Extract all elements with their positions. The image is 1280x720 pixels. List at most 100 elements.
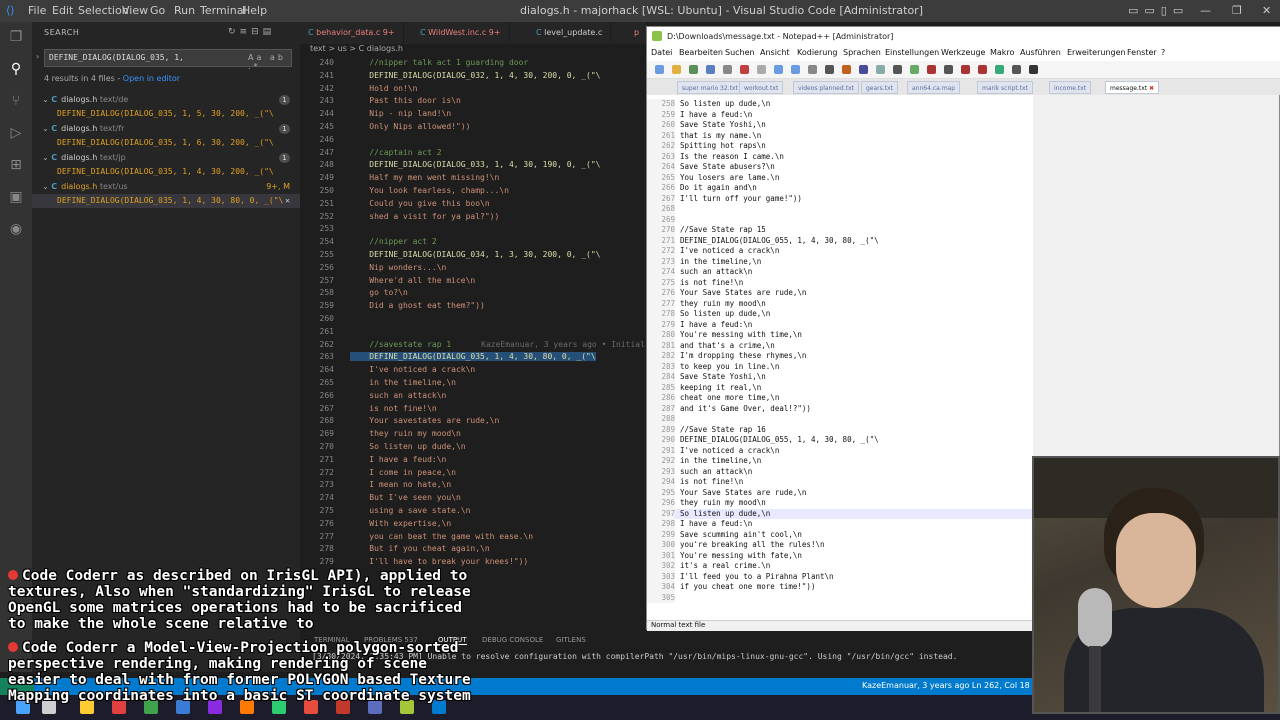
npp-line[interactable]: 271 DEFINE_DIALOG(DIALOG_055, 1, 4, 30, 8… — [647, 235, 879, 246]
npp-line[interactable]: 293 such an attack\n — [647, 466, 752, 477]
npp-tab[interactable]: super mario 32.txt — [677, 81, 743, 94]
dismiss-icon[interactable]: ✕ — [285, 194, 290, 208]
npp-menu-werkzeuge[interactable]: Werkzeuge — [941, 48, 985, 57]
npp-toolbar-button-icon[interactable] — [859, 65, 868, 74]
npp-line[interactable]: 297 So listen up dude,\n — [647, 508, 1033, 519]
tab-overflow[interactable]: p — [626, 22, 649, 44]
search-options-icon[interactable]: Aa ab .* — [248, 53, 300, 71]
code-line[interactable]: 262 //savestate rap 1 KazeEmanuar, 3 year… — [300, 339, 645, 352]
explorer-icon[interactable]: ❐ — [7, 28, 25, 46]
code-line[interactable]: 276 With expertise,\n — [300, 518, 452, 531]
npp-line[interactable]: 268 — [647, 204, 680, 215]
code-line[interactable]: 266 such an attack\n — [300, 390, 447, 403]
npp-menu-ausfuehren[interactable]: Ausführen — [1020, 48, 1061, 57]
npp-line[interactable]: 265 You losers are lame.\n — [647, 172, 779, 183]
code-line[interactable]: 269 they ruin my mood\n — [300, 428, 461, 441]
code-line[interactable]: 263 DEFINE_DIALOG(DIALOG_035, 1, 4, 30, … — [300, 351, 596, 364]
code-line[interactable]: 254 //nipper act 2 — [300, 236, 437, 249]
npp-line[interactable]: 263 Is the reason I came.\n — [647, 151, 784, 162]
gitlens-icon[interactable]: ◉ — [7, 220, 25, 238]
npp-line[interactable]: 269 — [647, 214, 680, 225]
npp-toolbar-button-icon[interactable] — [723, 65, 732, 74]
npp-toolbar-button-icon[interactable] — [944, 65, 953, 74]
code-line[interactable]: 252 shed a visit for ya pal?")) — [300, 211, 500, 224]
code-line[interactable]: 264 I've noticed a crack\n — [300, 364, 476, 377]
run-debug-icon[interactable]: ▷ — [7, 124, 25, 142]
code-line[interactable]: 240 //nipper talk act 1 guarding door — [300, 57, 529, 70]
npp-toolbar-button-icon[interactable] — [961, 65, 970, 74]
menu-edit[interactable]: Edit — [52, 4, 73, 17]
menu-file[interactable]: File — [28, 4, 46, 17]
npp-toolbar-button-icon[interactable] — [757, 65, 766, 74]
npp-toolbar-button-icon[interactable] — [655, 65, 664, 74]
code-editor[interactable]: 240 //nipper talk act 1 guarding door 241… — [300, 57, 646, 627]
npp-toolbar-button-icon[interactable] — [842, 65, 851, 74]
minimize-icon[interactable]: — — [1200, 4, 1211, 17]
code-line[interactable]: 270 So listen up dude,\n — [300, 441, 466, 454]
npp-line[interactable]: 281 and that's a crime,\n — [647, 340, 775, 351]
npp-toolbar-button-icon[interactable] — [995, 65, 1004, 74]
npp-toolbar-button-icon[interactable] — [978, 65, 987, 74]
npp-tab-active[interactable]: message.txt ✖ — [1105, 81, 1160, 94]
npp-line[interactable]: 290 DEFINE_DIALOG(DIALOG_055, 1, 4, 30, 8… — [647, 435, 879, 446]
npp-toolbar-button-icon[interactable] — [672, 65, 681, 74]
menu-go[interactable]: Go — [150, 4, 165, 17]
npp-toolbar-button-icon[interactable] — [706, 65, 715, 74]
chevron-right-icon[interactable]: › — [36, 52, 39, 61]
npp-line[interactable]: 285 keeping it real,\n — [647, 382, 761, 393]
npp-line[interactable]: 303 I'll feed you to a Pirahna Plant\n — [647, 571, 834, 582]
npp-line[interactable]: 262 Spitting hot raps\n — [647, 141, 766, 152]
close-icon[interactable]: ✕ — [1262, 4, 1271, 17]
tab-wildwest[interactable]: C WildWest.inc.c 9+ — [412, 22, 510, 44]
search-match[interactable]: DEFINE_DIALOG(DIALOG_035, 1, 6, 30, 200,… — [32, 136, 300, 150]
npp-line[interactable]: 264 Save State abusers?\n — [647, 162, 775, 173]
search-match[interactable]: DEFINE_DIALOG(DIALOG_035, 1, 5, 30, 200,… — [32, 107, 300, 121]
npp-line[interactable]: 299 Save scumming ain't cool,\n — [647, 529, 802, 540]
menu-help[interactable]: Help — [242, 4, 267, 17]
npp-line[interactable]: 273 in the timeline,\n — [647, 256, 761, 267]
npp-line[interactable]: 304 if you cheat one more time!")) — [647, 582, 815, 593]
npp-tab[interactable]: income.txt — [1049, 81, 1092, 94]
menu-terminal[interactable]: Terminal — [200, 4, 247, 17]
code-line[interactable]: 258 go to?\n — [300, 287, 408, 300]
npp-line[interactable]: 270 //Save State rap 15 — [647, 225, 766, 236]
search-actions-icon[interactable]: ↻≡⊟▤ — [228, 27, 275, 37]
code-line[interactable]: 255 DEFINE_DIALOG(DIALOG_034, 1, 3, 30, … — [300, 249, 601, 262]
breadcrumb[interactable]: text > us > C dialogs.h — [300, 44, 646, 56]
npp-text-area[interactable]: 258 So listen up dude,\n 259 I have a feud:… — [647, 95, 1033, 621]
code-line[interactable]: 275 using a save state.\n — [300, 505, 471, 518]
menu-view[interactable]: View — [122, 4, 148, 17]
npp-line[interactable]: 275 is not fine!\n — [647, 277, 743, 288]
code-line[interactable]: 277 you can beat the game with ease.\n — [300, 531, 533, 544]
npp-line[interactable]: 296 they ruin my mood\n — [647, 498, 766, 509]
code-line[interactable]: 259 Did a ghost eat them?")) — [300, 300, 485, 313]
npp-line[interactable]: 300 you're breaking all the rules!\n — [647, 540, 825, 551]
code-line[interactable]: 274 But I've seen you\n — [300, 492, 461, 505]
npp-line[interactable]: 259 I have a feud:\n — [647, 109, 752, 120]
extensions-icon[interactable]: ⊞ — [7, 156, 25, 174]
code-line[interactable]: 272 I come in peace,\n — [300, 467, 456, 480]
npp-line[interactable]: 258 So listen up dude,\n — [647, 99, 770, 110]
code-line[interactable]: 242 Hold on!\n — [300, 83, 418, 96]
source-control-icon[interactable]: ⑂ — [7, 92, 25, 110]
npp-line[interactable]: 261 that is my name.\n — [647, 130, 761, 141]
npp-line[interactable]: 280 You're messing with time,\n — [647, 330, 802, 341]
menu-run[interactable]: Run — [174, 4, 195, 17]
code-line[interactable]: 244 Nip - nip land!\n — [300, 108, 452, 121]
npp-line[interactable]: 260 Save State Yoshi,\n — [647, 120, 766, 131]
npp-toolbar-button-icon[interactable] — [910, 65, 919, 74]
status-blame-position[interactable]: KazeEmanuar, 3 years ago Ln 262, Col 18 … — [862, 681, 1041, 690]
code-line[interactable]: 251 Could you give this boo\n — [300, 198, 490, 211]
npp-menu-suchen[interactable]: Suchen — [725, 48, 755, 57]
code-line[interactable]: 249 Half my men went missing!\n — [300, 172, 500, 185]
npp-menu-einstellungen[interactable]: Einstellungen — [885, 48, 939, 57]
code-line[interactable]: 250 You look fearless, champ...\n — [300, 185, 509, 198]
search-icon[interactable]: ⚲ — [7, 60, 25, 78]
npp-line[interactable]: 302 it's a real crime.\n — [647, 561, 770, 572]
npp-toolbar-button-icon[interactable] — [808, 65, 817, 74]
npp-menu-sprachen[interactable]: Sprachen — [843, 48, 881, 57]
code-line[interactable]: 261 — [300, 326, 350, 339]
npp-toolbar-button-icon[interactable] — [1029, 65, 1038, 74]
npp-toolbar-button-icon[interactable] — [689, 65, 698, 74]
npp-line[interactable]: 279 I have a feud:\n — [647, 319, 752, 330]
